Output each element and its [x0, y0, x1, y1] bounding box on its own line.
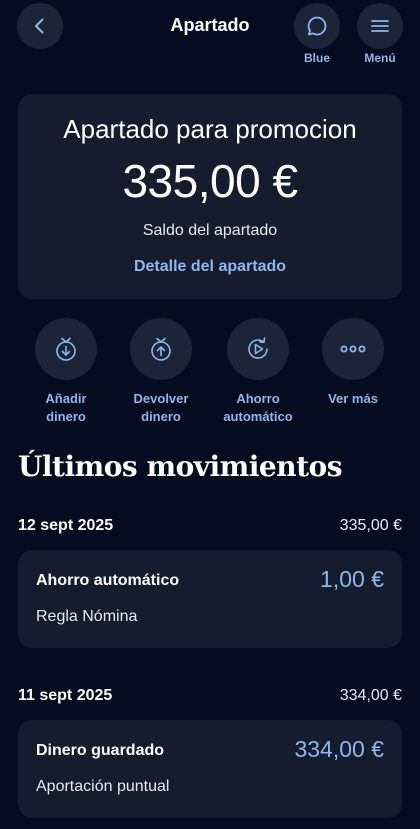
auto-save-label: Ahorro automático	[223, 391, 293, 424]
date-group-header: 12 sept 2025 335,00 €	[18, 517, 402, 541]
add-money-icon	[56, 337, 76, 361]
see-more-button[interactable]: Ver más	[305, 318, 401, 408]
hamburger-menu-icon	[371, 20, 389, 32]
balance-amount: 335,00 €	[122, 155, 298, 207]
balance-label: Saldo del apartado	[142, 222, 278, 239]
movement-amount: 1,00 €	[320, 566, 384, 592]
add-money-label: Añadir dinero	[45, 391, 87, 424]
group-balance: 334,00 €	[339, 687, 402, 704]
chat-bubble-icon	[307, 16, 327, 36]
movement-name: Dinero guardado	[36, 742, 165, 759]
more-dots-icon	[340, 345, 366, 353]
group-date: 12 sept 2025	[18, 517, 114, 534]
savings-pot-title: Apartado para promocion	[63, 114, 357, 144]
add-money-button[interactable]: Añadir dinero	[18, 318, 114, 426]
balance-card: Apartado para promocion 335,00 € Saldo d…	[18, 94, 402, 299]
auto-save-button[interactable]: Ahorro automático	[210, 318, 306, 426]
blue-label[interactable]: Blue	[287, 51, 347, 65]
menu-button[interactable]	[357, 3, 403, 49]
menu-label[interactable]: Menú	[350, 51, 410, 65]
movement-detail: Aportación puntual	[36, 778, 170, 795]
movement-item[interactable]: Dinero guardado 334,00 € Aportación punt…	[18, 720, 402, 818]
return-money-icon	[151, 337, 171, 361]
pot-details-link[interactable]: Detalle del apartado	[18, 258, 402, 276]
group-date: 11 sept 2025	[18, 687, 113, 704]
top-bar: Apartado Blue Menú	[0, 0, 420, 72]
movement-amount: 334,00 €	[294, 736, 384, 762]
movement-item[interactable]: Ahorro automático 1,00 € Regla Nómina	[18, 550, 402, 648]
auto-save-icon	[248, 337, 268, 359]
movement-detail: Regla Nómina	[36, 608, 138, 625]
date-group-header: 11 sept 2025 334,00 €	[18, 687, 402, 711]
return-money-label: Devolver dinero	[133, 391, 189, 424]
group-balance: 335,00 €	[339, 517, 402, 534]
movement-name: Ahorro automático	[36, 572, 180, 589]
section-title: Últimos movimientos	[18, 450, 342, 483]
blue-assistant-button[interactable]	[294, 3, 340, 49]
see-more-label: Ver más	[328, 391, 378, 406]
return-money-button[interactable]: Devolver dinero	[113, 318, 209, 426]
